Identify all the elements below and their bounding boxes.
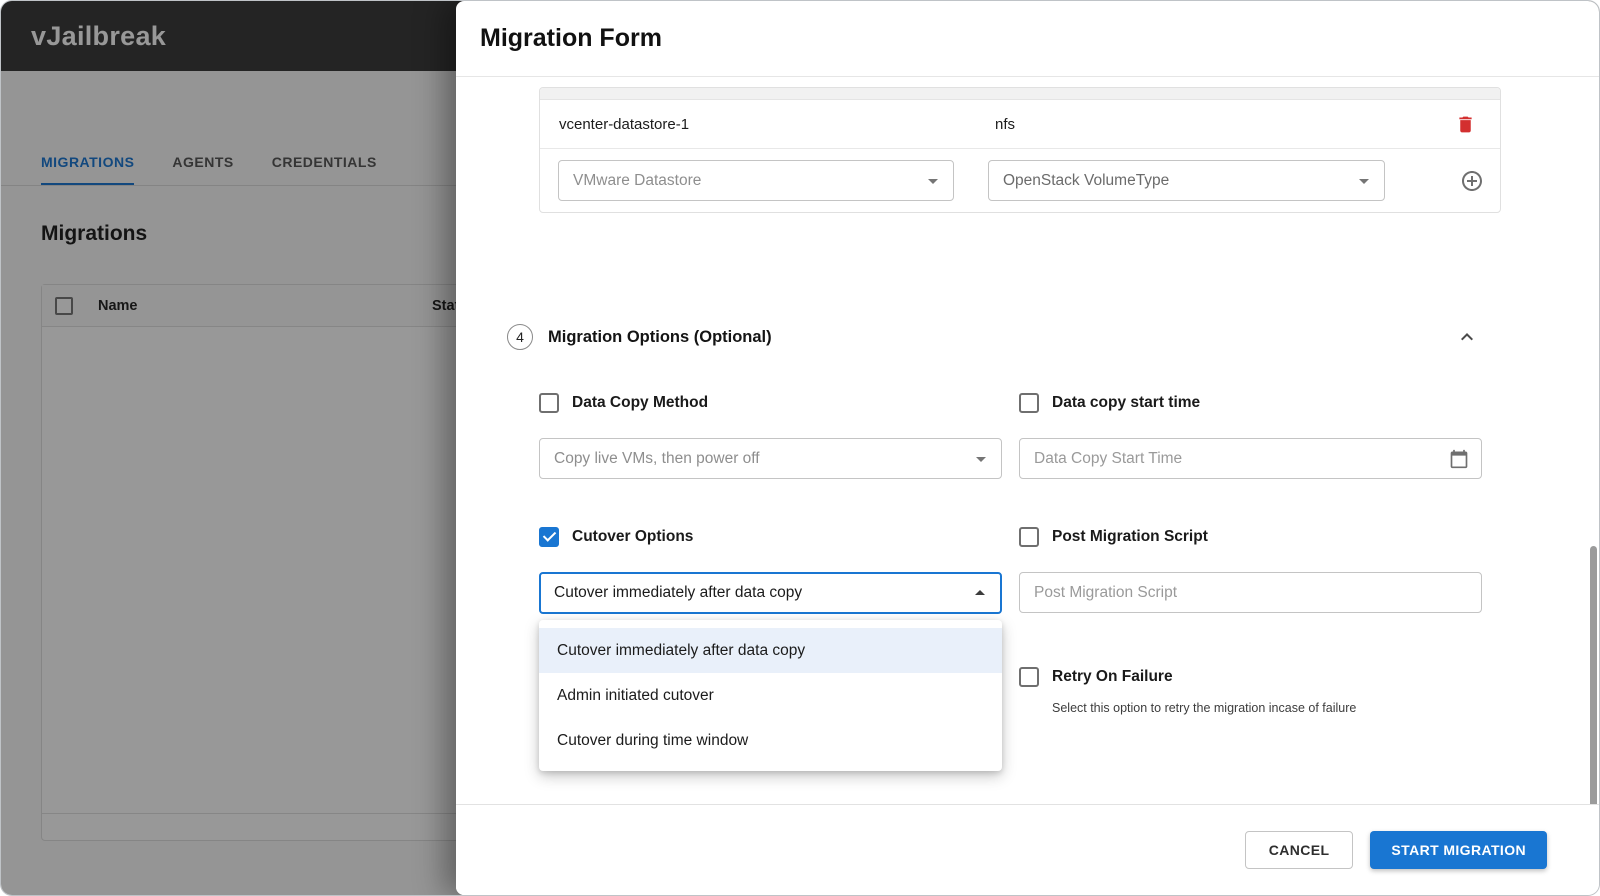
mapping-table-header-clipped: [540, 88, 1500, 100]
cutover-options-label: Cutover Options: [572, 528, 694, 545]
mapping-source-value: vcenter-datastore-1: [559, 115, 690, 133]
chevron-down-icon: [1352, 169, 1376, 193]
data-copy-method-value: Copy live VMs, then power off: [554, 449, 760, 467]
data-copy-start-time-label: Data copy start time: [1052, 394, 1201, 411]
cutover-options-value: Cutover immediately after data copy: [554, 584, 803, 601]
trash-icon: [1459, 116, 1472, 132]
delete-mapping-button[interactable]: [1455, 114, 1476, 135]
datastore-mapping-block: vcenter-datastore-1 nfs VMware Datastore: [539, 87, 1501, 213]
menu-item-time-window[interactable]: Cutover during time window: [539, 718, 1002, 763]
post-migration-script-label: Post Migration Script: [1052, 528, 1208, 545]
cutover-options-menu: Cutover immediately after data copy Admi…: [539, 620, 1002, 771]
cutover-options-row: Cutover Options: [539, 525, 1002, 549]
data-copy-start-time-row: Data copy start time: [1019, 391, 1482, 415]
options-right-column: Data copy start time Post Migration Scri…: [1019, 391, 1482, 715]
plus-circle-icon: [1462, 170, 1482, 191]
chevron-up-icon: [1461, 333, 1473, 341]
screenshot-frame: vJailbreak MIGRATIONS AGENTS CREDENTIALS…: [0, 0, 1600, 896]
data-copy-method-row: Data Copy Method: [539, 391, 1002, 415]
cutover-select-wrapper: Cutover immediately after data copy Cuto…: [539, 572, 1002, 771]
mapping-select-row: VMware Datastore OpenStack VolumeType: [540, 149, 1500, 212]
openstack-volumetype-select[interactable]: OpenStack VolumeType: [988, 160, 1385, 201]
step-number-badge: 4: [507, 324, 533, 350]
section-title: Migration Options (Optional): [548, 327, 772, 346]
collapse-section-button[interactable]: [1455, 325, 1479, 349]
data-copy-start-time-input[interactable]: [1034, 449, 1449, 468]
post-migration-script-row: Post Migration Script: [1019, 525, 1482, 549]
drawer-footer: CANCEL START MIGRATION: [456, 804, 1599, 895]
data-copy-start-time-checkbox[interactable]: [1019, 393, 1039, 413]
menu-item-cutover-immediately[interactable]: Cutover immediately after data copy: [539, 628, 1002, 673]
drawer-body: vcenter-datastore-1 nfs VMware Datastore: [456, 78, 1599, 804]
retry-on-failure-block: Retry On Failure Select this option to r…: [1019, 665, 1482, 715]
cutover-options-select[interactable]: Cutover immediately after data copy: [539, 572, 1002, 614]
cancel-button[interactable]: CANCEL: [1244, 831, 1354, 869]
vmware-datastore-placeholder: VMware Datastore: [573, 171, 702, 189]
chevron-down-icon: [921, 169, 945, 193]
mapping-target-value: nfs: [995, 115, 1016, 133]
mapping-row: vcenter-datastore-1 nfs: [540, 100, 1500, 149]
start-migration-button[interactable]: START MIGRATION: [1370, 831, 1547, 869]
add-mapping-button[interactable]: [1460, 169, 1484, 193]
migration-options-section-header: 4 Migration Options (Optional): [507, 323, 1479, 351]
drawer-header: Migration Form: [456, 1, 1599, 77]
calendar-button[interactable]: [1449, 449, 1473, 469]
menu-item-admin-initiated[interactable]: Admin initiated cutover: [539, 673, 1002, 718]
openstack-volumetype-placeholder: OpenStack VolumeType: [1003, 171, 1170, 189]
options-left-column: Data Copy Method Copy live VMs, then pow…: [539, 391, 1002, 771]
retry-on-failure-checkbox[interactable]: [1019, 667, 1039, 687]
cutover-options-checkbox[interactable]: [539, 527, 559, 547]
data-copy-start-time-field: [1019, 438, 1482, 479]
drawer-title: Migration Form: [480, 24, 662, 52]
migration-form-drawer: Migration Form vcenter-datastore-1 nfs V…: [456, 1, 1599, 895]
data-copy-method-label: Data Copy Method: [572, 394, 709, 411]
chevron-up-icon: [968, 581, 992, 605]
options-grid: Data Copy Method Copy live VMs, then pow…: [539, 391, 1482, 771]
retry-helper-text: Select this option to retry the migratio…: [1052, 701, 1357, 715]
chevron-down-icon: [969, 447, 993, 471]
data-copy-method-checkbox[interactable]: [539, 393, 559, 413]
vmware-datastore-select[interactable]: VMware Datastore: [558, 160, 954, 201]
post-migration-script-field: [1019, 572, 1482, 613]
calendar-icon: [1450, 449, 1468, 468]
post-migration-script-input[interactable]: [1034, 583, 1473, 602]
data-copy-method-select[interactable]: Copy live VMs, then power off: [539, 438, 1002, 479]
post-migration-script-checkbox[interactable]: [1019, 527, 1039, 547]
retry-on-failure-row: Retry On Failure: [1019, 665, 1482, 689]
retry-on-failure-label: Retry On Failure: [1052, 668, 1173, 685]
